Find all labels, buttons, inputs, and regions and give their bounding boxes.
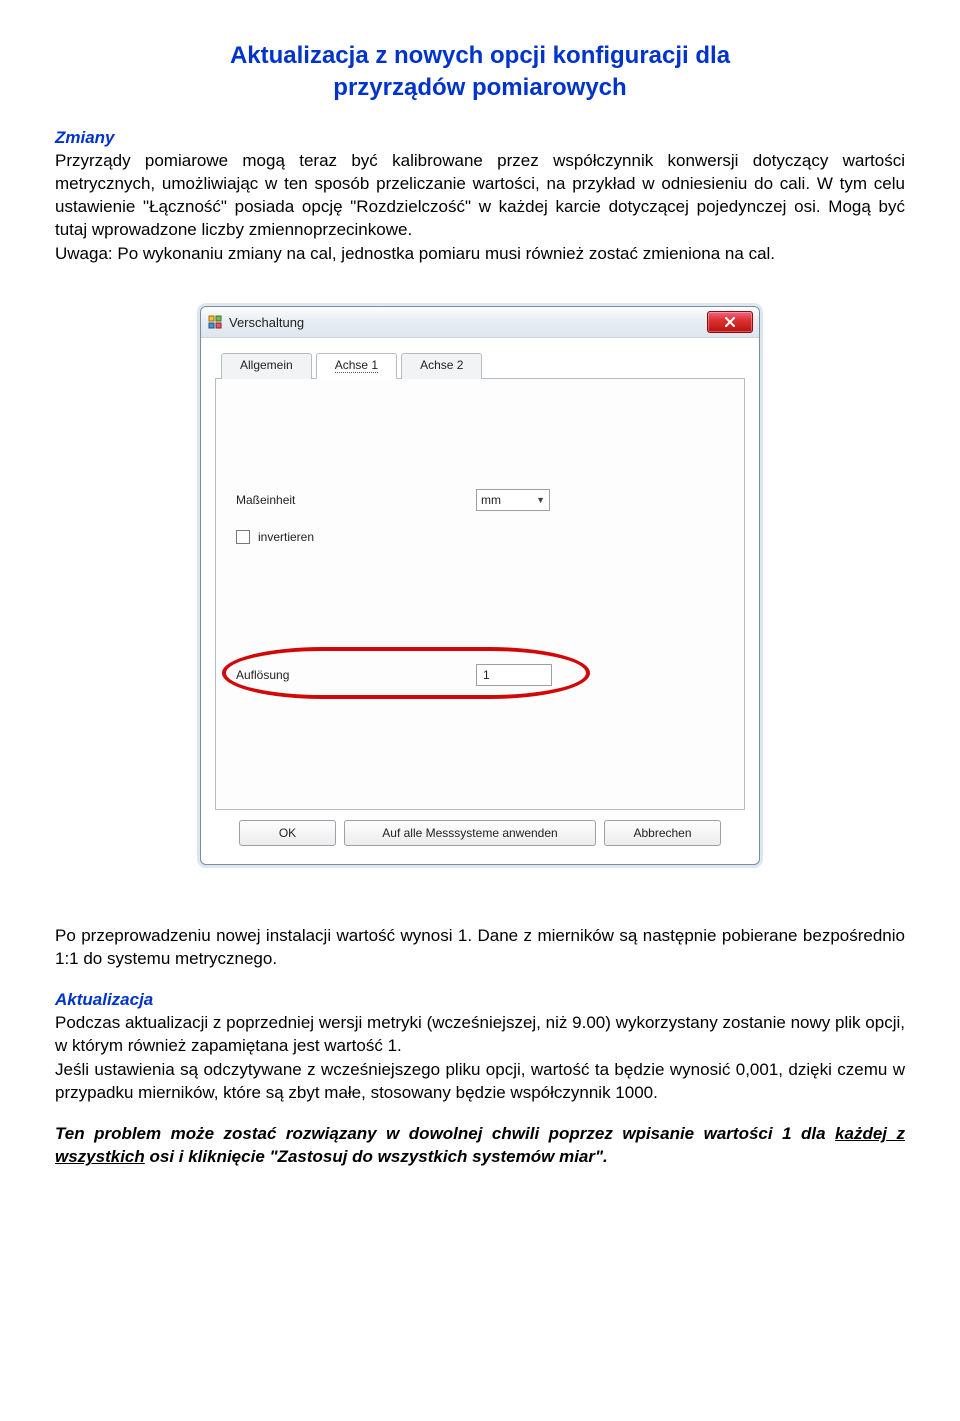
- apply-all-button[interactable]: Auf alle Messsysteme anwenden: [344, 820, 596, 846]
- window-app-icon: [207, 314, 223, 330]
- window-titlebar: Verschaltung: [201, 307, 759, 338]
- label-unit: Maßeinheit: [236, 492, 476, 508]
- row-unit: Maßeinheit mm ▼: [236, 489, 550, 511]
- window-body: Allgemein Achse 1 Achse 2 Maßeinheit mm …: [201, 338, 759, 863]
- window-title: Verschaltung: [229, 314, 304, 332]
- close-icon: [724, 317, 736, 327]
- label-invert: invertieren: [258, 529, 314, 545]
- tabs-bar: Allgemein Achse 1 Achse 2: [215, 352, 745, 378]
- title-line-1: Aktualizacja z nowych opcji konfiguracji…: [230, 42, 730, 69]
- input-resolution[interactable]: 1: [476, 664, 552, 686]
- select-unit-value: mm: [481, 492, 501, 508]
- ok-button[interactable]: OK: [239, 820, 336, 846]
- select-unit[interactable]: mm ▼: [476, 489, 550, 511]
- solution-post: osi i kliknięcie "Zastosuj do wszystkich…: [145, 1147, 608, 1166]
- solution-pre: Ten problem może zostać rozwiązany w dow…: [55, 1124, 835, 1143]
- section-heading-changes: Zmiany: [55, 127, 905, 150]
- title-line-2: przyrządów pomiarowych: [333, 74, 626, 101]
- row-resolution: Auflösung 1: [236, 664, 552, 686]
- tab-achse-1[interactable]: Achse 1: [316, 353, 397, 378]
- paragraph-update-1: Podczas aktualizacji z poprzedniej wersj…: [55, 1012, 905, 1058]
- dialog-screenshot: Verschaltung Allgemein Achse 1 Achse 2 M…: [200, 306, 760, 864]
- section-heading-update: Aktualizacja: [55, 989, 905, 1012]
- tab-achse-2[interactable]: Achse 2: [401, 353, 482, 378]
- paragraph-intro: Przyrządy pomiarowe mogą teraz być kalib…: [55, 150, 905, 242]
- tab-allgemein[interactable]: Allgemein: [221, 353, 312, 378]
- close-button[interactable]: [707, 311, 753, 333]
- paragraph-after-dialog: Po przeprowadzeniu nowej instalacji wart…: [55, 925, 905, 971]
- paragraph-solution: Ten problem może zostać rozwiązany w dow…: [55, 1123, 905, 1169]
- chevron-down-icon: ▼: [536, 494, 545, 506]
- tab-panel: Maßeinheit mm ▼ invertieren Auflösung 1: [215, 379, 745, 810]
- paragraph-note: Uwaga: Po wykonaniu zmiany na cal, jedno…: [55, 243, 905, 266]
- dialog-button-row: OK Auf alle Messsysteme anwenden Abbrech…: [215, 810, 745, 852]
- label-resolution: Auflösung: [236, 667, 476, 683]
- document-title: Aktualizacja z nowych opcji konfiguracji…: [55, 40, 905, 105]
- paragraph-update-2: Jeśli ustawienia są odczytywane z wcześn…: [55, 1059, 905, 1105]
- dialog-window: Verschaltung Allgemein Achse 1 Achse 2 M…: [200, 306, 760, 864]
- cancel-button[interactable]: Abbrechen: [604, 820, 721, 846]
- checkbox-invert[interactable]: [236, 530, 250, 544]
- row-invert: invertieren: [236, 529, 314, 545]
